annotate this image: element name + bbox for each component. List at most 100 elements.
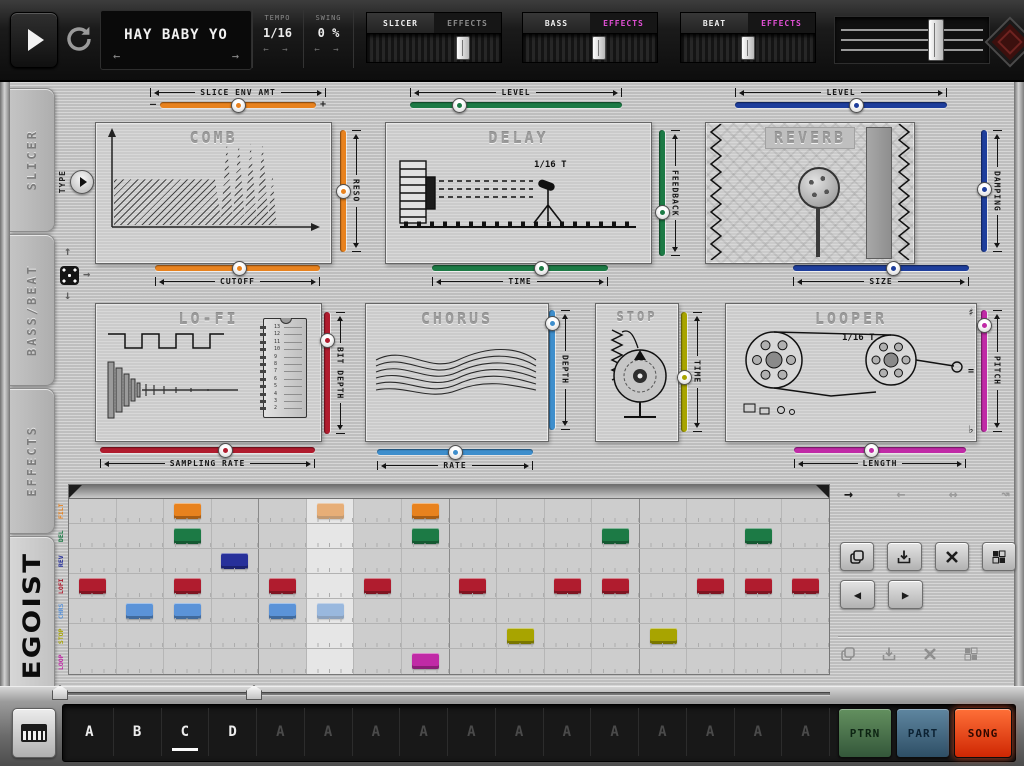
step-cell[interactable] [354,524,402,548]
master-volume-handle[interactable] [928,19,944,61]
step-cell[interactable] [69,499,117,523]
sidebar-tab-effects[interactable]: EFFECTS [10,388,55,534]
step-cell[interactable] [782,649,829,674]
step-cell[interactable] [450,574,498,598]
swing-value[interactable]: 0 % [304,26,353,40]
step-cell[interactable] [402,524,450,548]
tempo-value[interactable]: 1/16 [253,26,302,40]
step-cell[interactable] [497,524,545,548]
step-cell[interactable] [164,649,212,674]
preset-prev-button[interactable]: ← [113,49,120,63]
step-cell[interactable] [592,599,640,623]
step-cell[interactable] [592,499,640,523]
play-button[interactable] [10,12,58,68]
cutoff-track[interactable] [155,265,320,271]
shift-right-icon[interactable]: → [844,485,853,503]
step-cell[interactable] [164,599,212,623]
tab-bass[interactable]: BASS [523,13,590,33]
stop-time-knob[interactable] [677,370,692,385]
mirror-icon[interactable]: ↔ [949,485,958,503]
step-cell[interactable] [402,499,450,523]
bitdepth-track[interactable] [324,312,330,434]
step-cell[interactable] [450,624,498,648]
reso-track[interactable] [340,130,346,252]
step-cell[interactable] [497,499,545,523]
randomize-icon-disabled[interactable] [963,646,979,662]
step-cell[interactable] [640,574,688,598]
step-cell[interactable] [354,624,402,648]
pattern-slot-8[interactable]: A [400,708,448,756]
step-cell[interactable] [735,499,783,523]
beat-crossfader-track[interactable] [680,33,816,63]
tempo-nudge-arrows[interactable]: ← → [253,45,302,55]
step-cell[interactable] [735,649,783,674]
step-cell[interactable] [117,524,165,548]
step-cell[interactable] [450,549,498,573]
clear-button[interactable] [935,542,969,571]
size-knob[interactable] [886,261,901,276]
step-cell[interactable] [640,524,688,548]
step-cell[interactable] [687,499,735,523]
paste-button[interactable] [887,542,921,571]
step-cell[interactable] [164,499,212,523]
slice-env-knob[interactable] [231,98,246,113]
step-cell[interactable] [592,624,640,648]
slicer-crossfader-handle[interactable] [456,36,470,60]
step-cell[interactable] [497,624,545,648]
step-cell[interactable] [402,574,450,598]
pattern-slot-4[interactable]: D [209,708,257,756]
slicer-crossfader-track[interactable] [366,33,502,63]
step-cell[interactable] [164,624,212,648]
clear-icon-disabled[interactable] [922,646,938,662]
step-cell[interactable] [640,649,688,674]
tab-slicer-effects[interactable]: EFFECTS [434,13,501,33]
step-cell[interactable] [545,624,593,648]
pattern-slot-11[interactable]: A [544,708,592,756]
step-cell[interactable] [402,549,450,573]
tab-bass-effects[interactable]: EFFECTS [590,13,657,33]
rate-knob[interactable] [448,445,463,460]
step-cell[interactable] [545,549,593,573]
step-cell[interactable] [782,574,829,598]
pattern-slot-14[interactable]: A [687,708,735,756]
step-cell[interactable] [640,499,688,523]
step-cell[interactable] [212,624,260,648]
step-cell[interactable] [354,499,402,523]
step-cell[interactable] [212,649,260,674]
step-cell[interactable] [69,649,117,674]
step-cell[interactable] [545,599,593,623]
step-cell[interactable] [735,549,783,573]
step-cell[interactable] [687,574,735,598]
slice-env-track[interactable] [160,102,316,108]
step-cell[interactable] [450,599,498,623]
step-cell[interactable] [307,649,355,674]
step-cell[interactable] [259,649,307,674]
size-track[interactable] [793,265,969,271]
reverb-level-knob[interactable] [849,98,864,113]
step-cell[interactable] [592,649,640,674]
sidebar-tab-bassbeat[interactable]: BASS/BEAT [10,234,55,386]
feedback-knob[interactable] [655,205,670,220]
step-cell[interactable] [497,574,545,598]
damping-knob[interactable] [977,182,992,197]
step-cell[interactable] [687,599,735,623]
randomize-button[interactable] [982,542,1016,571]
step-cell[interactable] [782,549,829,573]
dice-icon[interactable] [60,266,79,285]
step-cell[interactable] [117,624,165,648]
ptrn-mode-button[interactable]: PTRN [838,708,892,758]
pattern-slot-15[interactable]: A [735,708,783,756]
sync-button[interactable] [60,20,98,58]
pattern-slot-9[interactable]: A [448,708,496,756]
step-cell[interactable] [307,574,355,598]
step-cell[interactable] [259,549,307,573]
step-cell[interactable] [259,624,307,648]
step-cell[interactable] [259,599,307,623]
keyboard-button[interactable] [12,708,56,758]
step-cell[interactable] [164,549,212,573]
stop-time-track[interactable] [681,312,687,432]
step-cell[interactable] [402,599,450,623]
step-cell[interactable] [450,524,498,548]
pitch-track[interactable] [981,310,987,432]
step-cell[interactable] [687,524,735,548]
